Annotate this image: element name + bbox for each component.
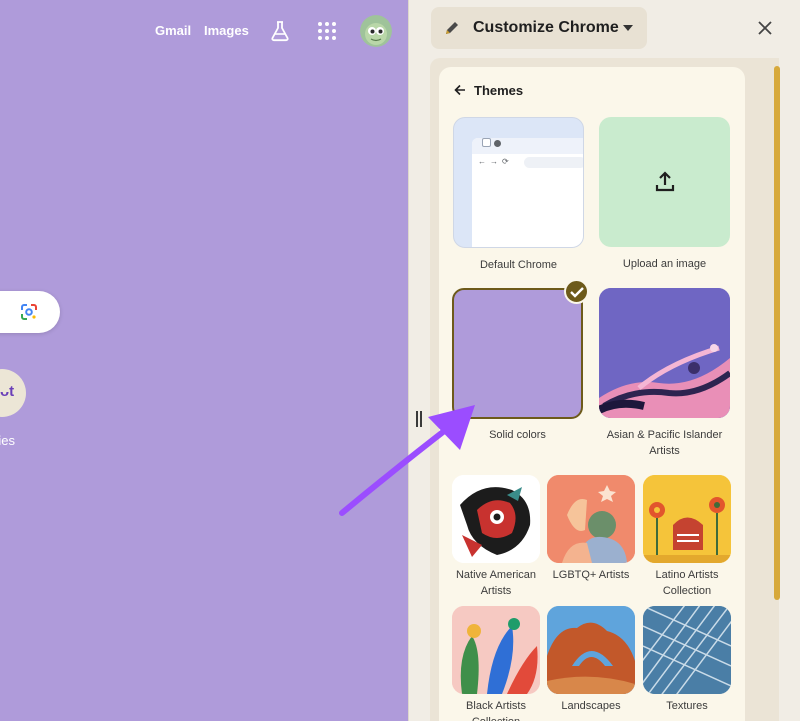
artwork-image — [452, 606, 540, 694]
panel-title: Customize Chrome — [473, 19, 619, 36]
browser-preview — [472, 138, 583, 247]
back-to-customize[interactable]: Themes — [454, 81, 523, 99]
labs-icon[interactable] — [268, 19, 292, 43]
panel-title-dropdown[interactable]: Customize Chrome — [431, 7, 647, 49]
themes-heading: Themes — [474, 82, 524, 98]
tab-favicon — [494, 140, 501, 147]
shortcut-label: ries — [0, 433, 15, 448]
theme-label: Latino Artists Collection — [655, 569, 719, 597]
checkmark-icon — [570, 287, 584, 298]
search-box[interactable] — [0, 291, 60, 333]
upload-icon — [655, 171, 675, 192]
browser-preview-tabbar — [472, 138, 583, 154]
theme-upload-image[interactable] — [599, 117, 730, 247]
theme-label: LGBTQ+ Artists — [552, 569, 630, 581]
apps-grid-icon[interactable] — [317, 21, 337, 41]
lens-icon[interactable] — [20, 303, 38, 321]
caret-down-icon — [623, 25, 633, 31]
artwork-image — [547, 606, 635, 694]
shortcut-icon: ᴗt — [0, 383, 15, 400]
artwork-image — [547, 475, 635, 563]
scrollbar[interactable] — [774, 66, 780, 600]
omnibox-preview — [524, 157, 583, 168]
back-arrow-icon — [454, 84, 465, 96]
selected-badge — [564, 279, 589, 304]
images-link[interactable]: Images — [204, 23, 249, 38]
theme-label: Upload an image — [622, 258, 707, 270]
artwork-image — [599, 288, 730, 418]
theme-black-artists-collection[interactable] — [452, 606, 540, 694]
theme-label: Landscapes — [561, 700, 621, 712]
tab-icon — [482, 138, 491, 147]
theme-label: Native American Artists — [455, 569, 537, 597]
theme-default-chrome[interactable]: ←→⟳ — [453, 117, 584, 248]
theme-label: Default Chrome — [479, 259, 558, 271]
annotation-arrow — [339, 405, 475, 516]
artwork-image — [643, 475, 731, 563]
theme-lgbtq-artists[interactable] — [547, 475, 635, 563]
theme-label: Black Artists Collection — [466, 700, 526, 721]
theme-landscapes[interactable] — [547, 606, 635, 694]
nav-icons: ←→⟳ — [478, 157, 513, 166]
pencil-icon — [446, 22, 458, 34]
close-icon[interactable] — [758, 21, 772, 35]
theme-textures[interactable] — [643, 606, 731, 694]
avatar[interactable] — [360, 15, 392, 47]
artwork-image — [643, 606, 731, 694]
avatar-image — [360, 15, 392, 47]
new-tab-page: Gmail Images ᴗt ries — [0, 0, 408, 721]
theme-asian-pacific-islander-artists[interactable] — [599, 288, 730, 418]
theme-latino-artists-collection[interactable] — [643, 475, 731, 563]
gmail-link[interactable]: Gmail — [155, 23, 191, 38]
shortcut-tile[interactable]: ᴗt — [0, 369, 26, 417]
theme-label: Asian & Pacific Islander Artists — [606, 429, 723, 457]
theme-label: Textures — [666, 700, 708, 712]
